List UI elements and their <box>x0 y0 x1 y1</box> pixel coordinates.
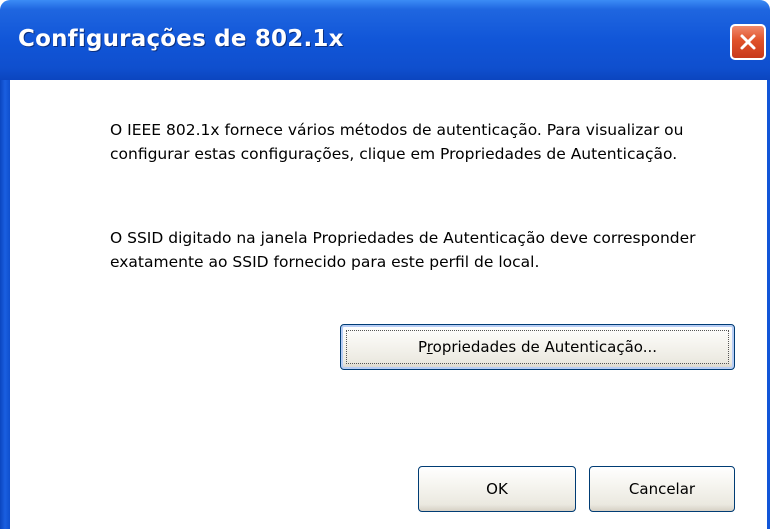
dialog-window: Configurações de 802.1x O IEEE 802.1x fo… <box>0 0 770 529</box>
authentication-properties-button[interactable]: Propriedades de Autenticação... <box>340 324 735 370</box>
ssid-note-paragraph: O SSID digitado na janela Propriedades d… <box>110 229 696 271</box>
cancel-button[interactable]: Cancelar <box>589 466 735 512</box>
window-frame-left <box>0 80 10 529</box>
ok-button[interactable]: OK <box>418 466 576 512</box>
close-button[interactable] <box>730 24 766 60</box>
auth-button-label-suffix: opriedades de Autenticação... <box>432 338 657 356</box>
auth-button-label-prefix: P <box>418 338 427 356</box>
window-title: Configurações de 802.1x <box>18 26 344 52</box>
close-icon <box>740 34 756 50</box>
description-paragraph: O IEEE 802.1x fornece vários métodos de … <box>110 121 684 163</box>
title-bar[interactable]: Configurações de 802.1x <box>0 0 770 80</box>
